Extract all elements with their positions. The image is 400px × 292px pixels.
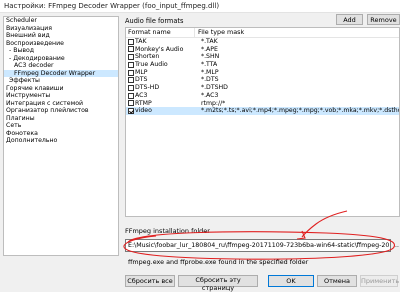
ffmpeg-status-text: ffmpeg.exe and ffprobe.exe found in the …: [128, 258, 309, 266]
list-item[interactable]: TAK *.TAK: [126, 38, 399, 46]
list-item[interactable]: Monkey's Audio *.APE: [126, 46, 399, 54]
tree-item[interactable]: Эффекты: [4, 77, 118, 85]
checkbox-icon[interactable]: [128, 92, 134, 99]
apply-button[interactable]: Применить: [360, 275, 399, 287]
ok-button[interactable]: OK: [268, 275, 314, 287]
tree-item[interactable]: Горячие клавиши: [4, 85, 118, 93]
tree-item[interactable]: Scheduler: [4, 17, 118, 25]
formats-list[interactable]: Format name File type mask TAK *.TAK Monke…: [125, 27, 400, 217]
format-mask: rtmp://*: [201, 99, 226, 107]
tree-item[interactable]: Фонотека: [4, 130, 118, 138]
format-name: TAK: [135, 38, 147, 45]
checkbox-icon[interactable]: [128, 69, 134, 76]
preferences-tree[interactable]: Scheduler Визуализация Внешний вид Воспроиз…: [3, 16, 119, 256]
list-item[interactable]: RTMP rtmp://*: [126, 100, 399, 108]
format-mask: *.SHN: [201, 53, 220, 61]
tree-item[interactable]: AC3 decoder: [4, 62, 118, 70]
format-name: DTS: [135, 76, 148, 84]
reset-page-button[interactable]: Сбросить эту страницу: [178, 275, 258, 292]
format-mask: *.m2ts;*.ts;*.avi;*.mp4;*.mpeg;*.mpg;*.v…: [201, 107, 399, 115]
checkbox-icon[interactable]: [128, 100, 134, 107]
format-name: True Audio: [135, 61, 168, 69]
list-item[interactable]: Shorten *.SHN: [126, 53, 399, 61]
list-item[interactable]: True Audio *.TTA: [126, 61, 399, 69]
tree-item[interactable]: - Вывод: [4, 47, 118, 55]
format-mask: *.TAK: [201, 38, 218, 45]
format-name: DTS-HD: [135, 84, 160, 92]
tree-item[interactable]: Инструменты: [4, 92, 118, 100]
format-name: video: [135, 107, 152, 115]
format-mask: *.AC3: [201, 91, 219, 99]
checkbox-icon[interactable]: [128, 61, 134, 68]
checkbox-icon[interactable]: [128, 54, 134, 61]
tree-item[interactable]: Сеть: [4, 122, 118, 130]
tree-item[interactable]: Интеграция с системой: [4, 100, 118, 108]
tree-item[interactable]: FFmpeg Decoder Wrapper: [4, 69, 118, 77]
format-name: Monkey's Audio: [135, 45, 184, 53]
list-item[interactable]: DTS *.DTS: [126, 76, 399, 84]
tree-item[interactable]: Плагины: [4, 115, 118, 123]
format-name: MLP: [135, 68, 148, 76]
format-mask: *.APE: [201, 45, 218, 53]
remove-button[interactable]: Remove: [367, 14, 400, 25]
ffmpeg-path-input[interactable]: E:\Music\foobar_lur_180804_ru\ffmpeg-201…: [125, 239, 391, 252]
window-title: Настройки: FFmpeg Decoder Wrapper (foo_i…: [0, 0, 400, 13]
format-mask: *.TTA: [201, 61, 218, 69]
checkbox-icon[interactable]: [128, 38, 134, 45]
tree-item[interactable]: Воспроизведение: [4, 40, 118, 48]
cancel-button[interactable]: Отмена: [317, 275, 357, 287]
format-name: RTMP: [135, 99, 152, 107]
audio-formats-label: Audio file formats: [125, 17, 184, 25]
checkbox-icon[interactable]: [128, 46, 134, 53]
add-button[interactable]: Add: [336, 14, 363, 25]
reset-all-button[interactable]: Сбросить все: [125, 275, 175, 287]
tree-item[interactable]: - Декодирование: [4, 55, 118, 63]
list-item[interactable]: AC3 *.AC3: [126, 92, 399, 100]
list-item[interactable]: DTS-HD *.DTSHD: [126, 84, 399, 92]
list-item[interactable]: MLP *.MLP: [126, 69, 399, 77]
browse-button[interactable]: ...: [392, 239, 400, 252]
tree-item[interactable]: Организатор плейлистов: [4, 107, 118, 115]
tree-item[interactable]: Визуализация: [4, 25, 118, 33]
column-header-mask[interactable]: File type mask: [195, 28, 244, 37]
tree-item[interactable]: Дополнительно: [4, 137, 118, 145]
list-item[interactable]: video *.m2ts;*.ts;*.avi;*.mp4;*.mpeg;*.mp…: [126, 107, 399, 115]
format-mask: *.MLP: [201, 68, 219, 76]
list-header: Format name File type mask: [126, 28, 399, 38]
checkbox-icon[interactable]: [128, 77, 134, 84]
format-mask: *.DTS: [201, 76, 219, 84]
format-name: Shorten: [135, 53, 160, 61]
format-mask: *.DTSHD: [201, 84, 228, 92]
checkbox-icon[interactable]: [128, 107, 134, 114]
checkbox-icon[interactable]: [128, 84, 134, 91]
column-header-format[interactable]: Format name: [126, 28, 195, 37]
tree-item[interactable]: Внешний вид: [4, 32, 118, 40]
ffmpeg-folder-label: FFmpeg installation folder: [125, 227, 210, 235]
format-name: AC3: [135, 91, 148, 99]
